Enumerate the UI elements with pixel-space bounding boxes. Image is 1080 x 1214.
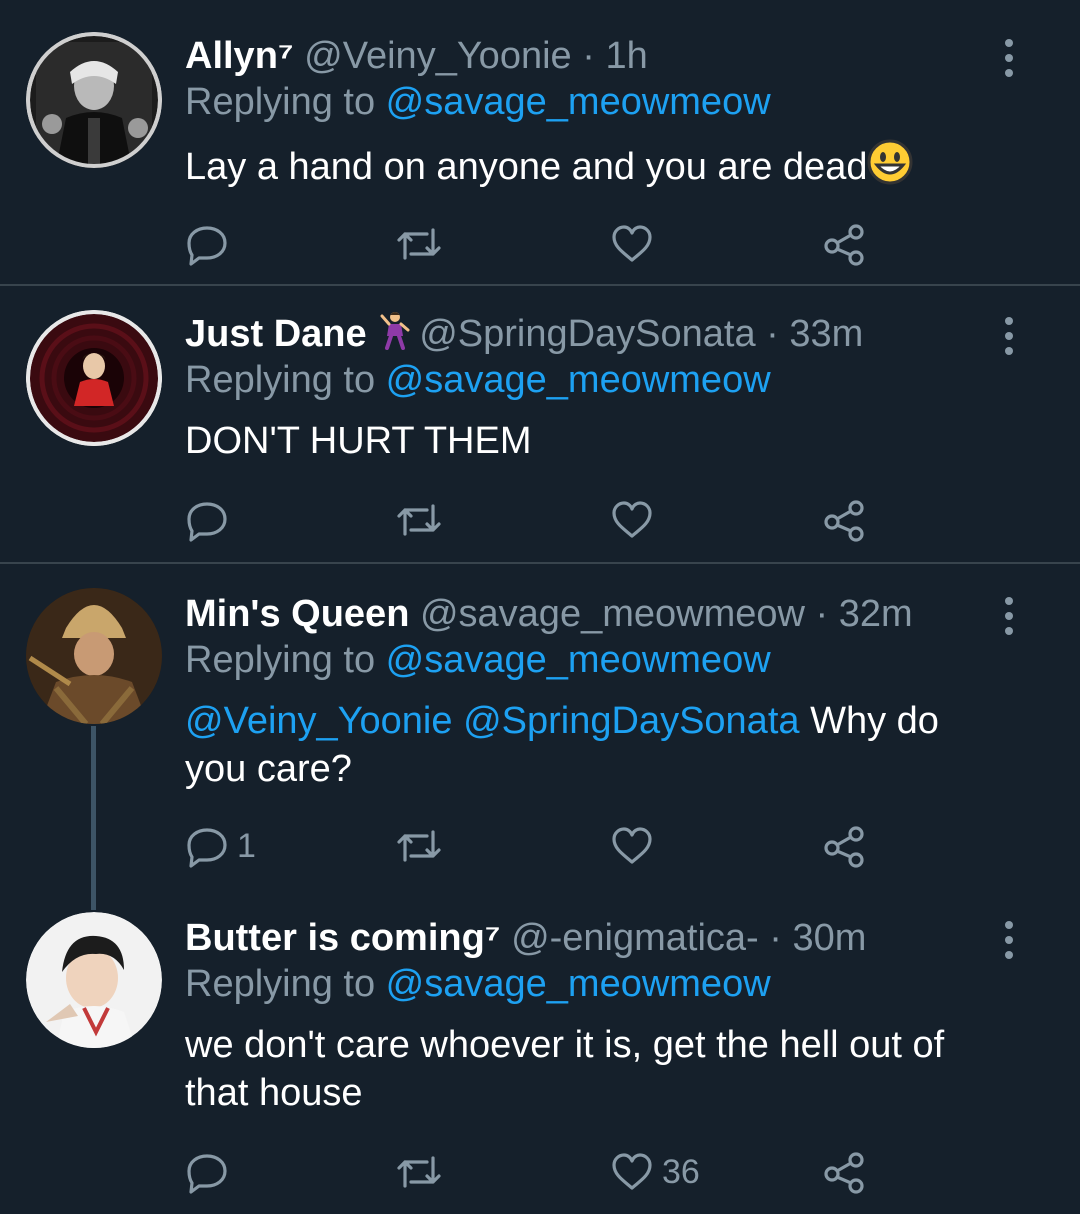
replying-to-label: Replying to — [185, 639, 386, 681]
replying-to-label: Replying to — [185, 81, 386, 123]
tweet-text: @Veiny_Yoonie @SpringDaySonata Why do yo… — [185, 697, 1005, 793]
display-name[interactable]: Min's Queen — [185, 593, 409, 635]
dancer-emoji-icon — [379, 310, 411, 362]
like-icon — [610, 1150, 654, 1194]
retweet-icon — [395, 824, 443, 868]
replying-to: Replying to @savage_meowmeow — [185, 960, 771, 1008]
mention-link[interactable]: @Veiny_Yoonie — [185, 700, 453, 742]
more-options-icon[interactable] — [996, 316, 1022, 356]
tweet-text: DON'T HURT THEM — [185, 417, 1005, 465]
user-handle[interactable]: @SpringDaySonata — [419, 313, 755, 355]
tweet-actions — [185, 220, 885, 268]
reply-icon — [185, 222, 229, 266]
separator-dot: · — [755, 313, 790, 355]
reply-count: 1 — [237, 826, 256, 865]
mention-link[interactable]: @SpringDaySonata — [463, 700, 799, 742]
tweet-text: Lay a hand on anyone and you are dead — [185, 139, 1005, 197]
like-button[interactable] — [610, 220, 662, 268]
reply-button[interactable] — [185, 496, 237, 544]
share-button[interactable] — [823, 822, 867, 870]
replying-to: Replying to @savage_meowmeow — [185, 356, 771, 404]
tweet-header: Min's Queen @savage_meowmeow · 32m — [185, 590, 913, 638]
like-button[interactable] — [610, 822, 662, 870]
retweet-button[interactable] — [395, 496, 443, 544]
reply-button[interactable] — [185, 1148, 237, 1196]
thread-connector — [91, 726, 96, 910]
tweet-actions — [185, 496, 885, 544]
timestamp[interactable]: 30m — [793, 917, 867, 959]
more-options-icon[interactable] — [996, 596, 1022, 636]
reply-thread: Allyn⁷ @Veiny_Yoonie · 1h Replying to @s… — [0, 0, 1080, 1214]
replying-to: Replying to @savage_meowmeow — [185, 636, 771, 684]
separator-dot: · — [571, 35, 606, 77]
share-icon — [823, 498, 867, 542]
retweet-button[interactable] — [395, 220, 443, 268]
tweet-actions: 1 — [185, 822, 885, 870]
like-count: 36 — [662, 1152, 700, 1191]
retweet-icon — [395, 1150, 443, 1194]
user-handle[interactable]: @savage_meowmeow — [420, 593, 805, 635]
share-icon — [823, 222, 867, 266]
share-button[interactable] — [823, 220, 867, 268]
retweet-icon — [395, 498, 443, 542]
replying-to-label: Replying to — [185, 963, 386, 1005]
more-options-icon[interactable] — [996, 38, 1022, 78]
share-button[interactable] — [823, 1148, 867, 1196]
user-handle[interactable]: @Veiny_Yoonie — [304, 35, 572, 77]
more-options-icon[interactable] — [996, 920, 1022, 960]
separator-dot: · — [758, 917, 793, 959]
tweet-header: Butter is coming⁷ @-enigmatica- · 30m — [185, 914, 866, 962]
replying-to-handle[interactable]: @savage_meowmeow — [386, 963, 771, 1005]
replying-to-handle[interactable]: @savage_meowmeow — [386, 639, 771, 681]
avatar-mins-queen[interactable] — [26, 588, 162, 724]
share-button[interactable] — [823, 496, 867, 544]
tweet-text-content: Lay a hand on anyone and you are dead — [185, 146, 868, 188]
timestamp[interactable]: 1h — [605, 35, 647, 77]
tweet-header: Allyn⁷ @Veiny_Yoonie · 1h — [185, 32, 648, 80]
replying-to-handle[interactable]: @savage_meowmeow — [386, 81, 771, 123]
avatar-allyn[interactable] — [26, 32, 162, 168]
replying-to: Replying to @savage_meowmeow — [185, 78, 771, 126]
avatar-butter-is-coming[interactable] — [26, 912, 162, 1048]
reply-button[interactable] — [185, 220, 237, 268]
replying-to-label: Replying to — [185, 359, 386, 401]
like-icon — [610, 222, 654, 266]
reply-button[interactable]: 1 — [185, 822, 256, 870]
reply-icon — [185, 1150, 229, 1194]
like-button[interactable]: 36 — [610, 1148, 700, 1196]
display-name[interactable]: Butter is coming⁷ — [185, 917, 501, 959]
grinning-face-emoji-icon — [867, 139, 913, 197]
divider — [0, 562, 1080, 564]
retweet-button[interactable] — [395, 822, 443, 870]
timestamp[interactable]: 33m — [789, 313, 863, 355]
reply-icon — [185, 498, 229, 542]
avatar-just-dane[interactable] — [26, 310, 162, 446]
tweet-text-content: DON'T HURT THEM — [185, 420, 532, 462]
share-icon — [823, 1150, 867, 1194]
tweet-actions: 36 — [185, 1148, 885, 1196]
divider — [0, 284, 1080, 286]
user-handle[interactable]: @-enigmatica- — [511, 917, 759, 959]
replying-to-handle[interactable]: @savage_meowmeow — [386, 359, 771, 401]
like-icon — [610, 824, 654, 868]
retweet-button[interactable] — [395, 1148, 443, 1196]
retweet-icon — [395, 222, 443, 266]
timestamp[interactable]: 32m — [839, 593, 913, 635]
separator-dot: · — [804, 593, 839, 635]
display-name[interactable]: Allyn⁷ — [185, 35, 294, 77]
tweet-header: Just Dane @SpringDaySonata · 33m — [185, 310, 863, 362]
like-icon — [610, 498, 654, 542]
share-icon — [823, 824, 867, 868]
display-name[interactable]: Just Dane — [185, 313, 367, 355]
tweet-text: we don't care whoever it is, get the hel… — [185, 1021, 1005, 1117]
like-button[interactable] — [610, 496, 662, 544]
tweet-text-content: we don't care whoever it is, get the hel… — [185, 1024, 945, 1114]
reply-icon — [185, 824, 229, 868]
